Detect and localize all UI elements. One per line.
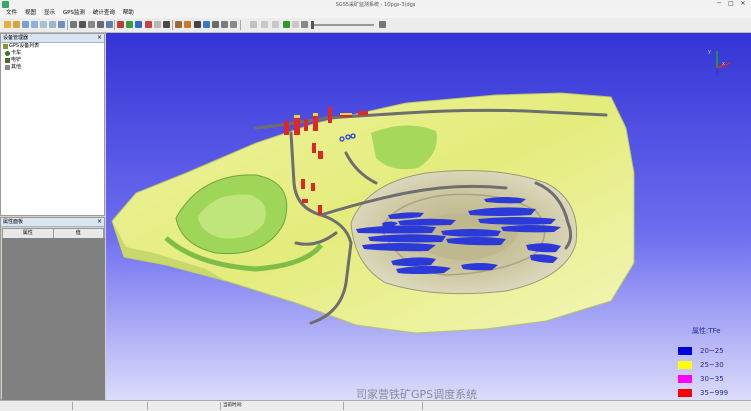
grid-icon[interactable] bbox=[58, 21, 65, 28]
property-grid-body bbox=[2, 238, 105, 402]
legend-swatch bbox=[678, 361, 692, 369]
rotate-icon[interactable] bbox=[88, 21, 95, 28]
legend-swatch bbox=[678, 347, 692, 355]
legend-label: 25~30 bbox=[700, 361, 724, 369]
pointer-icon[interactable] bbox=[79, 21, 86, 28]
toolbar bbox=[0, 18, 751, 33]
status-cell bbox=[342, 402, 423, 410]
menu-bar: 文件 视图 显示 GPS监测 统计查询 帮助 bbox=[0, 9, 751, 18]
gr-icon[interactable] bbox=[135, 21, 142, 28]
chart-icon[interactable] bbox=[175, 21, 182, 28]
pause-icon[interactable] bbox=[272, 21, 279, 28]
zoom-icon[interactable] bbox=[212, 21, 219, 28]
device-manager-title: 设备管理器 bbox=[3, 35, 29, 41]
tree-item-label: 其他 bbox=[11, 64, 22, 70]
column-header-property[interactable]: 属性 bbox=[3, 229, 54, 238]
layer-icon[interactable] bbox=[49, 21, 56, 28]
truck-icon bbox=[5, 51, 10, 56]
cross-icon[interactable] bbox=[70, 21, 77, 28]
window-icon[interactable] bbox=[221, 21, 228, 28]
search-icon[interactable] bbox=[379, 21, 386, 28]
minimize-button[interactable]: ─ bbox=[713, 0, 725, 7]
tree-item-label: 卡车 bbox=[11, 50, 22, 56]
play-icon[interactable] bbox=[283, 21, 290, 28]
status-cell bbox=[0, 402, 73, 410]
measure-icon[interactable] bbox=[97, 21, 104, 28]
stop-icon[interactable] bbox=[261, 21, 268, 28]
menu-display[interactable]: 显示 bbox=[44, 9, 55, 18]
device-manager-panel: 设备管理器 × GPS设备列表 卡车 电铲 其他 bbox=[0, 33, 105, 216]
settings-icon[interactable] bbox=[154, 21, 161, 28]
other-icon bbox=[5, 65, 10, 70]
svg-text:x: x bbox=[722, 61, 725, 67]
menu-help[interactable]: 帮助 bbox=[123, 9, 134, 18]
legend-label: 35~999 bbox=[700, 389, 729, 397]
property-panel: 属性面板 × 属性 值 bbox=[0, 217, 105, 402]
property-panel-header: 属性面板 × bbox=[1, 218, 104, 227]
close-icon[interactable]: × bbox=[97, 218, 102, 226]
close-button[interactable]: ✕ bbox=[737, 0, 749, 7]
tree-item-shovel[interactable]: 电铲 bbox=[1, 57, 104, 64]
legend-swatch bbox=[678, 375, 692, 383]
gps-icon bbox=[3, 44, 8, 49]
playback-slider-track[interactable] bbox=[312, 24, 374, 26]
column-header-value[interactable]: 值 bbox=[54, 229, 104, 238]
playback-slider-thumb[interactable] bbox=[311, 21, 314, 29]
map-3d-view[interactable]: x y bbox=[106, 33, 751, 400]
globe-icon[interactable] bbox=[126, 21, 133, 28]
report-icon[interactable] bbox=[184, 21, 191, 28]
save-icon[interactable] bbox=[22, 21, 29, 28]
legend-title: 属性:TFe bbox=[692, 327, 721, 335]
menu-gps-monitor[interactable]: GPS监测 bbox=[63, 9, 85, 18]
legend-entry: 35~999 bbox=[678, 389, 738, 397]
status-cell bbox=[148, 402, 221, 410]
table-icon[interactable] bbox=[106, 21, 113, 28]
layout-icon[interactable] bbox=[230, 21, 237, 28]
maximize-button[interactable]: □ bbox=[725, 0, 737, 7]
terrain-scene: x y bbox=[106, 33, 751, 400]
pen-icon[interactable] bbox=[163, 21, 170, 28]
tree-item-truck[interactable]: 卡车 bbox=[1, 50, 104, 57]
truck-icon[interactable] bbox=[145, 21, 152, 28]
svg-text:y: y bbox=[708, 49, 711, 55]
window-title: SGS5采矿监测系统 - 1(Ipgs-3)dgs bbox=[335, 2, 416, 8]
menu-file[interactable]: 文件 bbox=[6, 9, 17, 18]
legend-entry: 25~30 bbox=[678, 361, 738, 369]
menu-view[interactable]: 视图 bbox=[25, 9, 36, 18]
open-icon[interactable] bbox=[13, 21, 20, 28]
marker-icon[interactable] bbox=[117, 21, 124, 28]
step-icon[interactable] bbox=[292, 21, 299, 28]
legend-swatch bbox=[678, 389, 692, 397]
tree-item-label: GPS设备列表 bbox=[9, 43, 40, 49]
speed-icon[interactable] bbox=[301, 21, 308, 28]
new-icon[interactable] bbox=[4, 21, 11, 28]
tree-item-label: 电铲 bbox=[11, 57, 22, 63]
legend-label: 30~35 bbox=[700, 375, 724, 383]
copy-icon[interactable] bbox=[31, 21, 38, 28]
shovel-icon bbox=[5, 58, 10, 63]
menu-statistics[interactable]: 统计查询 bbox=[93, 9, 115, 18]
legend-entry: 20~25 bbox=[678, 347, 738, 355]
tree-item-gps-list[interactable]: GPS设备列表 bbox=[1, 43, 104, 50]
paste-icon[interactable] bbox=[40, 21, 47, 28]
device-manager-header: 设备管理器 × bbox=[1, 34, 104, 43]
clock-icon[interactable] bbox=[203, 21, 210, 28]
property-panel-title: 属性面板 bbox=[3, 219, 24, 225]
info-icon[interactable] bbox=[194, 21, 201, 28]
status-bar: 当前时间: bbox=[0, 400, 751, 411]
status-current-time: 当前时间: bbox=[221, 402, 344, 410]
close-icon[interactable]: × bbox=[97, 34, 102, 42]
status-cell bbox=[73, 402, 148, 410]
legend-label: 20~25 bbox=[700, 347, 724, 355]
legend-entry: 30~35 bbox=[678, 375, 738, 383]
tree-item-other[interactable]: 其他 bbox=[1, 64, 104, 71]
window-controls: ─ □ ✕ bbox=[713, 0, 749, 7]
delete-icon[interactable] bbox=[250, 21, 257, 28]
